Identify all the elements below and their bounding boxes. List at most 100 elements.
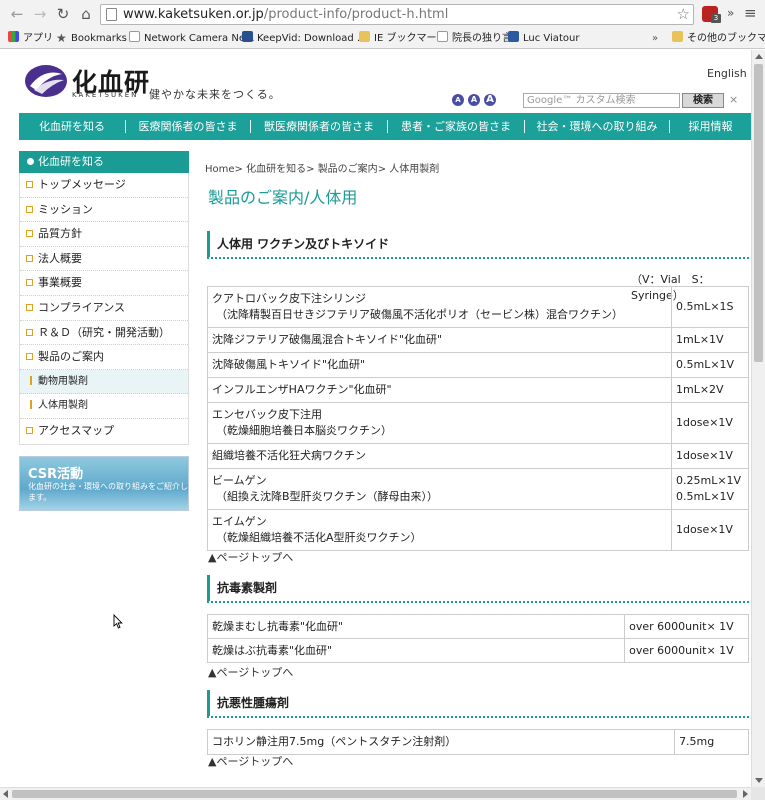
folder-icon xyxy=(672,31,683,42)
gnav-veterinary[interactable]: 獣医療関係者の皆さま xyxy=(251,113,387,140)
sidebar-list: トップメッセージ ミッション 品質方針 法人概要 事業概要 コンプライアンス Ｒ… xyxy=(19,173,189,445)
product-name-cell: ビームゲン （組換え沈降B型肝炎ワクチン（酵母由来）） xyxy=(207,468,672,510)
page-icon xyxy=(437,31,448,42)
folder-icon xyxy=(359,31,370,42)
font-size-medium-button[interactable]: A xyxy=(468,94,480,106)
bookmark-luc-viatour[interactable]: Luc Viatour xyxy=(508,31,579,47)
home-icon[interactable]: ⌂ xyxy=(76,4,96,24)
page-top-link[interactable]: ▲ページトップへ xyxy=(208,753,293,769)
page-top-link[interactable]: ▲ページトップへ xyxy=(208,664,293,680)
product-name-cell: コホリン静注用7.5mg（ペントスタチン注射剤） xyxy=(206,729,676,755)
clear-search-icon[interactable]: × xyxy=(729,93,738,106)
product-name-cell: 組織培養不活化狂犬病ワクチン xyxy=(207,443,672,469)
square-bullet-icon xyxy=(26,181,33,188)
gnav-csr[interactable]: 社会・環境への取り組み xyxy=(525,113,669,140)
font-size-large-button[interactable]: A xyxy=(484,94,496,106)
sidebar-item-access[interactable]: アクセスマップ xyxy=(20,419,188,444)
product-spec-cell: 0.25mL×1V 0.5mL×1V xyxy=(671,468,749,510)
table-row: 乾燥はぶ抗毒素"化血研" over 6000unit× 1V xyxy=(206,638,749,663)
search-button[interactable]: 検索 xyxy=(682,93,724,108)
product-name-cell: エンセバック皮下注用 （乾燥細胞培養日本脳炎ワクチン） xyxy=(207,402,672,444)
scroll-right-icon[interactable] xyxy=(743,790,748,798)
monitor-icon xyxy=(508,31,519,42)
antineoplastic-table: コホリン静注用7.5mg（ペントスタチン注射剤） 7.5mg xyxy=(206,729,749,755)
csr-title: CSR活動 xyxy=(28,467,84,482)
product-spec-cell: 0.5mL×1V xyxy=(671,352,749,378)
site-search-input[interactable]: Google™ カスタム検索 xyxy=(523,93,680,108)
breadcrumb-about[interactable]: 化血研を知る xyxy=(246,164,306,175)
gnav-patients[interactable]: 患者・ご家族の皆さま xyxy=(388,113,524,140)
sidebar-item-business[interactable]: 事業概要 xyxy=(20,271,188,296)
bookmarks-bar: アプリ ★ Bookmarks Network Camera Ne... Keep… xyxy=(0,29,765,49)
chrome-menu-icon[interactable]: ≡ xyxy=(744,4,757,22)
sidebar-item-human-products[interactable]: 人体用製剤 xyxy=(20,394,188,419)
gnav-about[interactable]: 化血研を知る xyxy=(19,113,125,140)
section-divider xyxy=(207,257,749,259)
vertical-scrollbar[interactable] xyxy=(751,50,765,787)
english-link[interactable]: English xyxy=(707,67,747,80)
star-icon: ★ xyxy=(56,31,67,45)
table-row: 乾燥まむし抗毒素"化血研" over 6000unit× 1V xyxy=(206,614,749,639)
square-bullet-icon xyxy=(26,254,33,262)
breadcrumb-current: 人体用製剤 xyxy=(389,164,440,175)
bookmark-apps[interactable]: アプリ xyxy=(8,31,53,47)
page-top-link[interactable]: ▲ページトップへ xyxy=(208,549,293,565)
table-row: エンセバック皮下注用 （乾燥細胞培養日本脳炎ワクチン） 1dose×1V xyxy=(207,402,749,444)
breadcrumb-products[interactable]: 製品のご案内 xyxy=(318,164,378,175)
scrollbar-corner xyxy=(751,787,765,800)
font-size-small-button[interactable]: A xyxy=(452,94,464,106)
square-bullet-icon xyxy=(26,328,33,336)
scroll-left-icon[interactable] xyxy=(3,790,8,798)
global-nav: 化血研を知る 医療関係者の皆さま 獣医療関係者の皆さま 患者・ご家族の皆さま 社… xyxy=(19,113,751,140)
product-name-cell: 乾燥はぶ抗毒素"化血研" xyxy=(206,638,626,663)
vertical-scroll-thumb[interactable] xyxy=(754,64,763,362)
kaketsuken-logo-icon[interactable] xyxy=(24,64,68,98)
bookmark-keepvid[interactable]: KeepVid: Download ... xyxy=(242,31,366,47)
sidebar-item-products[interactable]: 製品のご案内 xyxy=(20,345,188,370)
sidebar-item-rnd[interactable]: Ｒ＆Ｄ（研究・開発活動） xyxy=(20,321,188,346)
bookmark-bookmarks[interactable]: ★ Bookmarks xyxy=(56,31,127,47)
bookmark-incho[interactable]: 院長の独り言 xyxy=(437,31,512,47)
logo-subtext: KAKETSUKEN xyxy=(72,91,139,99)
scroll-up-icon[interactable] xyxy=(755,54,763,59)
sidebar-item-veterinary-products[interactable]: 動物用製剤 xyxy=(20,369,188,395)
scroll-down-icon[interactable] xyxy=(755,778,763,783)
extensions-overflow-icon[interactable]: » xyxy=(727,6,734,20)
table-row: 組織培養不活化狂犬病ワクチン 1dose×1V xyxy=(207,443,749,469)
bookmarks-overflow[interactable]: » xyxy=(652,31,658,47)
sidebar-item-mission[interactable]: ミッション xyxy=(20,198,188,223)
bar-bullet-icon xyxy=(30,375,32,385)
gnav-medical[interactable]: 医療関係者の皆さま xyxy=(126,113,250,140)
reload-icon[interactable]: ↻ xyxy=(53,4,73,24)
bookmark-ie-folder[interactable]: IE ブックマーク xyxy=(359,31,446,47)
product-name-cell: 乾燥まむし抗毒素"化血研" xyxy=(206,614,626,639)
sidebar-heading[interactable]: 化血研を知る xyxy=(19,151,189,173)
square-bullet-icon xyxy=(26,353,33,361)
sidebar-item-compliance[interactable]: コンプライアンス xyxy=(20,296,188,321)
square-bullet-icon xyxy=(26,426,33,434)
horizontal-scrollbar[interactable] xyxy=(0,787,751,800)
breadcrumb-home[interactable]: Home xyxy=(205,164,235,175)
sidebar-item-profile[interactable]: 法人概要 xyxy=(20,247,188,272)
product-spec-cell: 1dose×1V xyxy=(671,509,749,551)
sidebar-item-top-message[interactable]: トップメッセージ xyxy=(20,173,188,198)
horizontal-scroll-thumb[interactable] xyxy=(12,790,737,798)
address-bar[interactable]: www.kaketsuken.or.jp/product-info/produc… xyxy=(100,4,694,25)
browser-toolbar: ← → ↻ ⌂ www.kaketsuken.or.jp/product-inf… xyxy=(0,0,765,29)
sidebar: 化血研を知る トップメッセージ ミッション 品質方針 法人概要 事業概要 コンプ… xyxy=(19,151,189,445)
bookmark-star-icon[interactable]: ☆ xyxy=(677,5,690,23)
circle-bullet-icon xyxy=(27,158,34,165)
sidebar-item-quality[interactable]: 品質方針 xyxy=(20,222,188,247)
url-text: www.kaketsuken.or.jp/product-info/produc… xyxy=(123,7,449,22)
vaccine-table: クアトロバック皮下注シリンジ （沈降精製百日せきジフテリア破傷風不活化ポリオ（セー… xyxy=(207,286,749,551)
section-heading-antitoxins: 抗毒素製剤 xyxy=(207,575,749,601)
back-icon[interactable]: ← xyxy=(7,4,27,24)
gnav-recruit[interactable]: 採用情報 xyxy=(670,113,751,140)
forward-icon[interactable]: → xyxy=(30,4,50,24)
product-spec-cell: over 6000unit× 1V xyxy=(624,614,749,639)
bar-bullet-icon xyxy=(30,400,32,410)
csr-banner[interactable]: CSR活動 化血研の社会・環境への取り組みをご紹介します。 xyxy=(19,456,189,511)
bookmark-other[interactable]: その他のブックマーク xyxy=(672,31,765,47)
bookmark-network-camera[interactable]: Network Camera Ne... xyxy=(129,31,255,47)
page-title: 製品のご案内/人体用 xyxy=(208,188,358,207)
